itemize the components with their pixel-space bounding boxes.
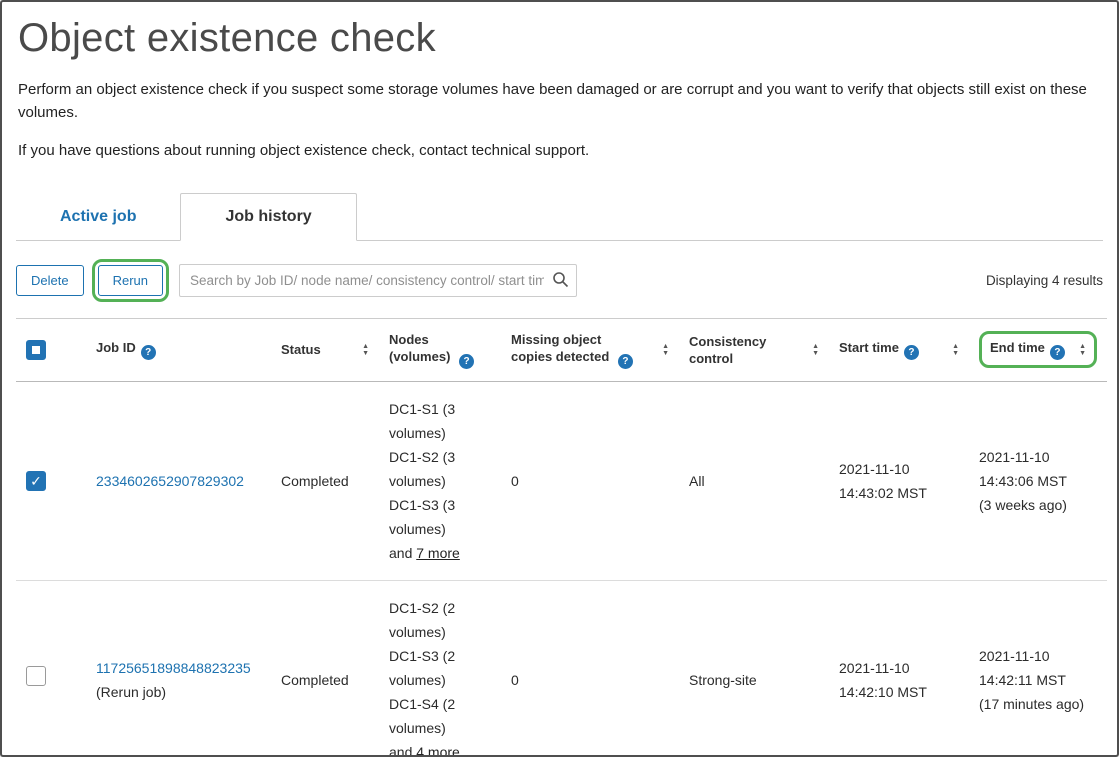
- tab-job-history[interactable]: Job history: [180, 193, 356, 241]
- node-item: DC1-S4 (2 volumes): [389, 692, 491, 740]
- missing-copies-value: 0: [511, 473, 519, 489]
- end-time-value: 2021-11-10 14:42:11 MST: [979, 648, 1066, 688]
- end-time-highlight-annotation: End time: [979, 331, 1097, 368]
- missing-copies-help-icon[interactable]: [618, 354, 633, 369]
- page-description-1: Perform an object existence check if you…: [18, 79, 1103, 124]
- job-history-table: Job ID Status Nodes (volumes): [16, 318, 1107, 757]
- status-value: Completed: [281, 672, 349, 688]
- rerun-button[interactable]: Rerun: [98, 265, 163, 296]
- column-header-missing-copies[interactable]: Missing object copies detected: [511, 332, 609, 364]
- end-time-sort-icon[interactable]: [1079, 343, 1086, 357]
- end-time-value: 2021-11-10 14:43:06 MST: [979, 449, 1067, 489]
- node-item: DC1-S3 (2 volumes): [389, 644, 491, 692]
- search-icon[interactable]: [552, 271, 569, 288]
- end-time-ago: (3 weeks ago): [979, 493, 1097, 517]
- missing-copies-sort-icon[interactable]: [662, 343, 669, 357]
- column-header-start-time[interactable]: Start time: [839, 340, 899, 355]
- job-id-link[interactable]: 2334602652907829302: [96, 473, 244, 489]
- table-row: 2334602652907829302 Completed DC1-S1 (3 …: [16, 381, 1107, 580]
- end-time-ago: (17 minutes ago): [979, 692, 1097, 716]
- status-value: Completed: [281, 473, 349, 489]
- table-row: 11725651898848823235 (Rerun job) Complet…: [16, 580, 1107, 757]
- rerun-highlight-annotation: Rerun: [92, 259, 169, 302]
- start-time-help-icon[interactable]: [904, 345, 919, 360]
- missing-copies-value: 0: [511, 672, 519, 688]
- tab-bar: Active job Job history: [16, 193, 1103, 241]
- start-time-value: 2021-11-10 14:42:10 MST: [839, 660, 927, 700]
- node-item: DC1-S1 (3 volumes): [389, 397, 491, 445]
- row-checkbox[interactable]: [26, 666, 46, 686]
- delete-button[interactable]: Delete: [16, 265, 84, 296]
- page-title: Object existence check: [18, 16, 1103, 61]
- tab-active-job[interactable]: Active job: [16, 194, 180, 240]
- more-nodes-prefix: and: [389, 545, 412, 561]
- search-box: [179, 264, 577, 297]
- row-checkbox[interactable]: [26, 471, 46, 491]
- node-item: DC1-S3 (3 volumes): [389, 493, 491, 541]
- search-input[interactable]: [179, 264, 577, 297]
- nodes-help-icon[interactable]: [459, 354, 474, 369]
- select-all-checkbox[interactable]: [26, 340, 46, 360]
- more-nodes-prefix: and: [389, 744, 412, 757]
- column-header-end-time[interactable]: End time: [990, 340, 1045, 355]
- column-header-nodes[interactable]: Nodes (volumes): [389, 332, 450, 364]
- start-time-sort-icon[interactable]: [952, 343, 959, 357]
- table-header-row: Job ID Status Nodes (volumes): [16, 318, 1107, 381]
- start-time-value: 2021-11-10 14:43:02 MST: [839, 461, 927, 501]
- node-item: DC1-S2 (2 volumes): [389, 596, 491, 644]
- column-header-job-id[interactable]: Job ID: [96, 340, 136, 355]
- job-note: (Rerun job): [96, 680, 261, 704]
- more-nodes-link[interactable]: 7 more: [416, 545, 460, 561]
- end-time-help-icon[interactable]: [1050, 345, 1065, 360]
- consistency-value: Strong-site: [689, 672, 757, 688]
- column-header-status[interactable]: Status: [281, 341, 321, 358]
- more-nodes-link[interactable]: 4 more: [416, 744, 460, 757]
- job-id-help-icon[interactable]: [141, 345, 156, 360]
- column-header-consistency[interactable]: Consistency control: [689, 334, 766, 366]
- page-description-2: If you have questions about running obje…: [18, 140, 1103, 163]
- status-sort-icon[interactable]: [362, 343, 369, 357]
- toolbar: Delete Rerun Displaying 4 results: [16, 259, 1103, 302]
- consistency-value: All: [689, 473, 705, 489]
- object-existence-check-page: Object existence check Perform an object…: [0, 0, 1119, 757]
- node-item: DC1-S2 (3 volumes): [389, 445, 491, 493]
- job-id-link[interactable]: 11725651898848823235: [96, 660, 251, 676]
- results-count: Displaying 4 results: [986, 273, 1103, 288]
- consistency-sort-icon[interactable]: [812, 343, 819, 357]
